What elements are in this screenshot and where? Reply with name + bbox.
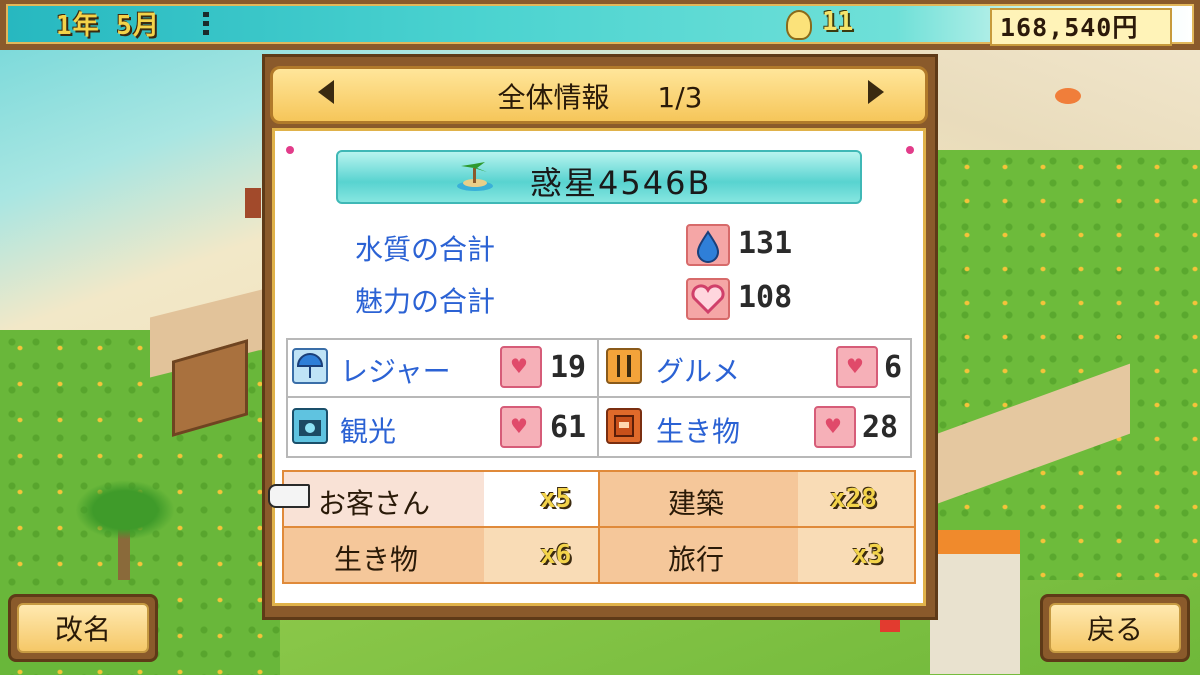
category-leisure-label: レジャー — [340, 355, 451, 388]
corner-gem-icon — [906, 146, 914, 154]
date-display: 1年 5月 — [56, 11, 160, 41]
heart-icon: ♥ — [500, 406, 542, 448]
cutlery-icon — [606, 348, 642, 384]
book-icon — [606, 408, 642, 444]
menu-dots-icon[interactable] — [203, 12, 209, 38]
prev-page-arrow-icon[interactable] — [318, 80, 334, 104]
water-total-value: 131 — [738, 226, 793, 261]
heart-icon: ♥ — [814, 406, 856, 448]
corner-gem-icon — [286, 146, 294, 154]
next-page-arrow-icon[interactable] — [868, 80, 884, 104]
category-creatures-label: 生き物 — [656, 415, 741, 448]
category-creatures-value: 28 — [862, 410, 899, 445]
guests-label[interactable]: お客さん — [318, 482, 430, 522]
grass-tile-right — [910, 150, 1200, 580]
building-multiplier: x28 — [830, 484, 877, 514]
panel-title-text: 全体情報 — [497, 81, 610, 114]
travel-multiplier: x3 — [852, 540, 884, 570]
camera-icon — [292, 408, 328, 444]
lightbulb-icon — [786, 10, 812, 40]
idea-count: 11 — [822, 7, 854, 37]
charm-total-label: 魅力の合計 — [355, 285, 496, 318]
category-leisure-value: 19 — [550, 350, 587, 385]
water-total-label: 水質の合計 — [355, 233, 496, 266]
back-button-label: 戻る — [1049, 603, 1181, 653]
heart-icon: ♥ — [500, 346, 542, 388]
travel-label[interactable]: 旅行 — [668, 538, 724, 578]
category-gourmet-value: 6 — [884, 350, 903, 385]
guests-multiplier: x5 — [540, 484, 572, 514]
rename-button-label: 改名 — [17, 603, 149, 653]
panel-title: 全体情報 1/3 — [440, 76, 760, 116]
rename-button[interactable]: 改名 — [8, 594, 158, 662]
palm-tree-leaves — [75, 480, 175, 540]
shell-sprite — [1055, 88, 1081, 104]
charm-total-value: 108 — [738, 280, 793, 315]
money-display: 168,540円 — [1000, 13, 1139, 42]
category-sightseeing-label: 観光 — [340, 415, 397, 448]
page-indicator: 1/3 — [657, 81, 703, 114]
creatures-multiplier: x6 — [540, 540, 572, 570]
building-label[interactable]: 建築 — [668, 482, 724, 522]
back-button[interactable]: 戻る — [1040, 594, 1190, 662]
category-sightseeing-value: 61 — [550, 410, 587, 445]
island-icon — [457, 162, 493, 191]
planet-name: 惑星4546B — [530, 164, 712, 202]
grid-divider — [286, 396, 912, 398]
umbrella-icon — [292, 348, 328, 384]
visitor-sprite — [245, 188, 261, 218]
beach-house — [930, 530, 1020, 674]
heart-icon — [686, 278, 730, 320]
heart-icon: ♥ — [836, 346, 878, 388]
grid-divider — [597, 338, 599, 458]
water-drop-icon — [686, 224, 730, 266]
grid-divider — [282, 526, 916, 528]
creatures-mult-label[interactable]: 生き物 — [334, 538, 418, 578]
category-gourmet-label: グルメ — [656, 355, 741, 388]
hand-pointer-icon — [268, 484, 310, 508]
